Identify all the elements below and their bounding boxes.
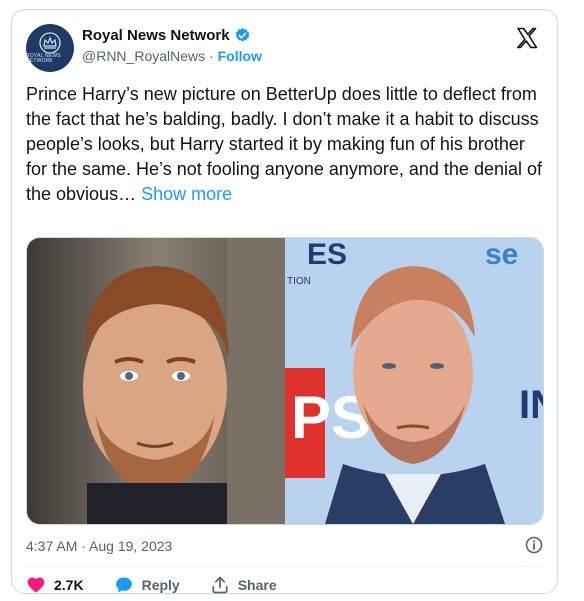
divider <box>26 566 543 567</box>
tweet-media[interactable]: ES se TION PS IN <box>26 237 544 525</box>
tweet-body: Prince Harry’s new picture on BetterUp d… <box>26 84 542 204</box>
avatar-text: ROYAL NEWS NETWORK <box>26 53 61 64</box>
reply-label: Reply <box>141 577 180 593</box>
reply-bubble-icon <box>115 577 132 593</box>
reply-button[interactable]: Reply <box>114 575 180 595</box>
info-icon[interactable] <box>525 536 543 554</box>
heart-icon <box>27 577 45 593</box>
share-label: Share <box>237 577 277 593</box>
handle[interactable]: @RNN_RoyalNews <box>82 48 205 64</box>
display-name[interactable]: Royal News Network <box>82 27 230 44</box>
svg-text:ES: ES <box>307 238 347 271</box>
avatar[interactable]: ROYAL NEWS NETWORK <box>26 24 74 72</box>
portrait-illustration-right: ES se TION PS IN <box>285 238 543 524</box>
account-names: Royal News Network @RNN_RoyalNews · Foll… <box>82 27 262 64</box>
like-button[interactable]: 2.7K <box>26 575 84 595</box>
crown-icon <box>39 32 61 54</box>
share-button[interactable]: Share <box>210 575 277 595</box>
tweet-header: ROYAL NEWS NETWORK Royal News Network @R… <box>26 24 543 74</box>
tweet-actions: 2.7K Reply Share <box>26 575 307 595</box>
handle-separator: · <box>209 48 214 64</box>
svg-text:se: se <box>485 238 518 271</box>
tweet-card[interactable]: ROYAL NEWS NETWORK Royal News Network @R… <box>11 9 558 594</box>
tweet-text: Prince Harry’s new picture on BetterUp d… <box>26 82 542 207</box>
show-more-link[interactable]: Show more <box>141 184 232 204</box>
portrait-illustration-left <box>27 238 285 524</box>
photo-event-right[interactable]: ES se TION PS IN <box>285 238 543 524</box>
svg-text:TION: TION <box>287 276 311 287</box>
handle-row: @RNN_RoyalNews · Follow <box>82 48 262 64</box>
svg-text:IN: IN <box>519 383 543 427</box>
follow-button[interactable]: Follow <box>218 48 262 64</box>
like-count: 2.7K <box>54 577 84 593</box>
photo-portrait-left[interactable] <box>27 238 285 524</box>
tweet-timestamp[interactable]: 4:37 AM · Aug 19, 2023 <box>26 538 172 554</box>
share-icon <box>212 576 228 594</box>
verified-badge-icon <box>235 28 249 42</box>
x-logo-icon[interactable] <box>515 26 539 54</box>
